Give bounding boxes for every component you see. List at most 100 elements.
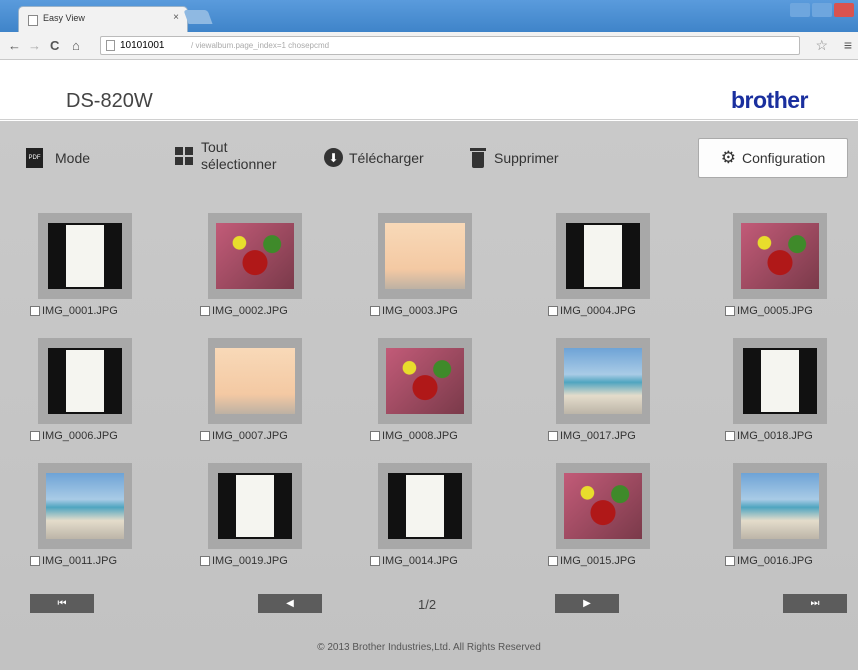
thumbnail-item[interactable]: IMG_0017.JPG — [548, 338, 698, 456]
delete-button[interactable]: Supprimer — [470, 148, 559, 168]
thumbnail-label: IMG_0006.JPG — [30, 430, 118, 442]
browser-titlebar: Easy View × — [0, 0, 858, 32]
thumbnail-item[interactable]: IMG_0011.JPG — [30, 463, 180, 581]
download-button[interactable]: ⬇ Télécharger — [324, 148, 424, 167]
select-checkbox[interactable] — [30, 431, 40, 441]
select-checkbox[interactable] — [370, 306, 380, 316]
select-checkbox[interactable] — [370, 556, 380, 566]
thumbnail-item[interactable]: IMG_0006.JPG — [30, 338, 180, 456]
prev-page-button[interactable]: ◀ — [258, 594, 322, 613]
minimize-button[interactable] — [790, 3, 810, 17]
thumbnail-image[interactable] — [566, 223, 640, 289]
thumbnail-frame[interactable] — [556, 463, 650, 549]
thumbnail-item[interactable]: IMG_0019.JPG — [200, 463, 350, 581]
select-checkbox[interactable] — [725, 431, 735, 441]
download-icon: ⬇ — [324, 148, 343, 167]
file-name: IMG_0018.JPG — [737, 430, 813, 442]
maximize-button[interactable] — [812, 3, 832, 17]
thumbnail-label: IMG_0015.JPG — [548, 555, 636, 567]
select-checkbox[interactable] — [200, 306, 210, 316]
thumbnail-image[interactable] — [218, 473, 292, 539]
thumbnail-item[interactable]: IMG_0007.JPG — [200, 338, 350, 456]
select-checkbox[interactable] — [725, 306, 735, 316]
select-checkbox[interactable] — [548, 306, 558, 316]
forward-icon[interactable]: → — [28, 38, 41, 53]
thumbnail-label: IMG_0016.JPG — [725, 555, 813, 567]
thumbnail-frame[interactable] — [38, 463, 132, 549]
select-checkbox[interactable] — [725, 556, 735, 566]
thumbnail-frame[interactable] — [733, 213, 827, 299]
configuration-label: Configuration — [741, 150, 826, 166]
thumbnail-image[interactable] — [215, 348, 295, 414]
select-checkbox[interactable] — [370, 431, 380, 441]
configuration-button[interactable]: ⚙ Configuration — [698, 138, 848, 178]
thumbnail-image[interactable] — [386, 348, 464, 414]
select-checkbox[interactable] — [30, 306, 40, 316]
thumbnail-frame[interactable] — [208, 338, 302, 424]
mode-button[interactable]: PDF Mode — [26, 148, 90, 168]
back-icon[interactable]: ← — [8, 38, 21, 53]
thumbnail-image[interactable] — [46, 473, 124, 539]
bookmark-star-icon[interactable]: ☆ — [815, 37, 828, 54]
select-checkbox[interactable] — [200, 431, 210, 441]
home-icon[interactable]: ⌂ — [72, 38, 80, 53]
next-page-button[interactable]: ▶ — [555, 594, 619, 613]
thumbnail-frame[interactable] — [208, 463, 302, 549]
thumbnail-image[interactable] — [564, 473, 642, 539]
last-page-button[interactable]: ⏭ — [783, 594, 847, 613]
thumbnail-image[interactable] — [216, 223, 294, 289]
thumbnail-frame[interactable] — [38, 338, 132, 424]
thumbnail-frame[interactable] — [733, 463, 827, 549]
select-checkbox[interactable] — [548, 556, 558, 566]
thumbnail-frame[interactable] — [378, 338, 472, 424]
thumbnail-item[interactable]: IMG_0015.JPG — [548, 463, 698, 581]
url-path: / viewalbum.page_index=1 chosepcmd — [191, 41, 330, 50]
file-name: IMG_0019.JPG — [212, 555, 288, 567]
thumbnail-image[interactable] — [743, 348, 817, 414]
thumbnail-image[interactable] — [741, 473, 819, 539]
select-all-button[interactable]: Tout sélectionner — [175, 139, 277, 173]
thumbnail-label: IMG_0018.JPG — [725, 430, 813, 442]
thumbnail-image[interactable] — [564, 348, 642, 414]
thumbnail-image[interactable] — [741, 223, 819, 289]
browser-tab[interactable]: Easy View × — [18, 6, 188, 32]
document-page — [761, 350, 799, 412]
new-tab-button[interactable] — [183, 10, 213, 24]
thumbnail-label: IMG_0001.JPG — [30, 305, 118, 317]
thumbnail-item[interactable]: IMG_0005.JPG — [725, 213, 858, 331]
first-page-button[interactable]: ⏮ — [30, 594, 94, 613]
thumbnail-frame[interactable] — [733, 338, 827, 424]
thumbnail-item[interactable]: IMG_0008.JPG — [370, 338, 520, 456]
thumbnail-item[interactable]: IMG_0018.JPG — [725, 338, 858, 456]
thumbnail-image[interactable] — [388, 473, 462, 539]
file-name: IMG_0011.JPG — [42, 555, 117, 567]
close-tab-icon[interactable]: × — [173, 12, 179, 23]
window-close-button[interactable] — [834, 3, 854, 17]
url-host: 10101001 — [120, 40, 165, 51]
select-checkbox[interactable] — [548, 431, 558, 441]
menu-icon[interactable]: ≡ — [844, 37, 852, 53]
thumbnail-frame[interactable] — [38, 213, 132, 299]
file-name: IMG_0005.JPG — [737, 305, 813, 317]
thumbnail-item[interactable]: IMG_0014.JPG — [370, 463, 520, 581]
select-all-label-line1: Tout — [201, 139, 228, 155]
thumbnail-frame[interactable] — [556, 338, 650, 424]
thumbnail-item[interactable]: IMG_0004.JPG — [548, 213, 698, 331]
thumbnail-item[interactable]: IMG_0003.JPG — [370, 213, 520, 331]
thumbnail-frame[interactable] — [378, 213, 472, 299]
reload-icon[interactable]: C — [50, 38, 59, 53]
thumbnail-image[interactable] — [385, 223, 465, 289]
thumbnail-item[interactable]: IMG_0002.JPG — [200, 213, 350, 331]
url-input[interactable]: 10101001 / viewalbum.page_index=1 chosep… — [100, 36, 800, 55]
thumbnail-label: IMG_0014.JPG — [370, 555, 458, 567]
select-checkbox[interactable] — [200, 556, 210, 566]
thumbnail-frame[interactable] — [378, 463, 472, 549]
file-name: IMG_0007.JPG — [212, 430, 288, 442]
thumbnail-image[interactable] — [48, 223, 122, 289]
select-checkbox[interactable] — [30, 556, 40, 566]
thumbnail-item[interactable]: IMG_0001.JPG — [30, 213, 180, 331]
thumbnail-frame[interactable] — [208, 213, 302, 299]
thumbnail-image[interactable] — [48, 348, 122, 414]
thumbnail-item[interactable]: IMG_0016.JPG — [725, 463, 858, 581]
thumbnail-frame[interactable] — [556, 213, 650, 299]
